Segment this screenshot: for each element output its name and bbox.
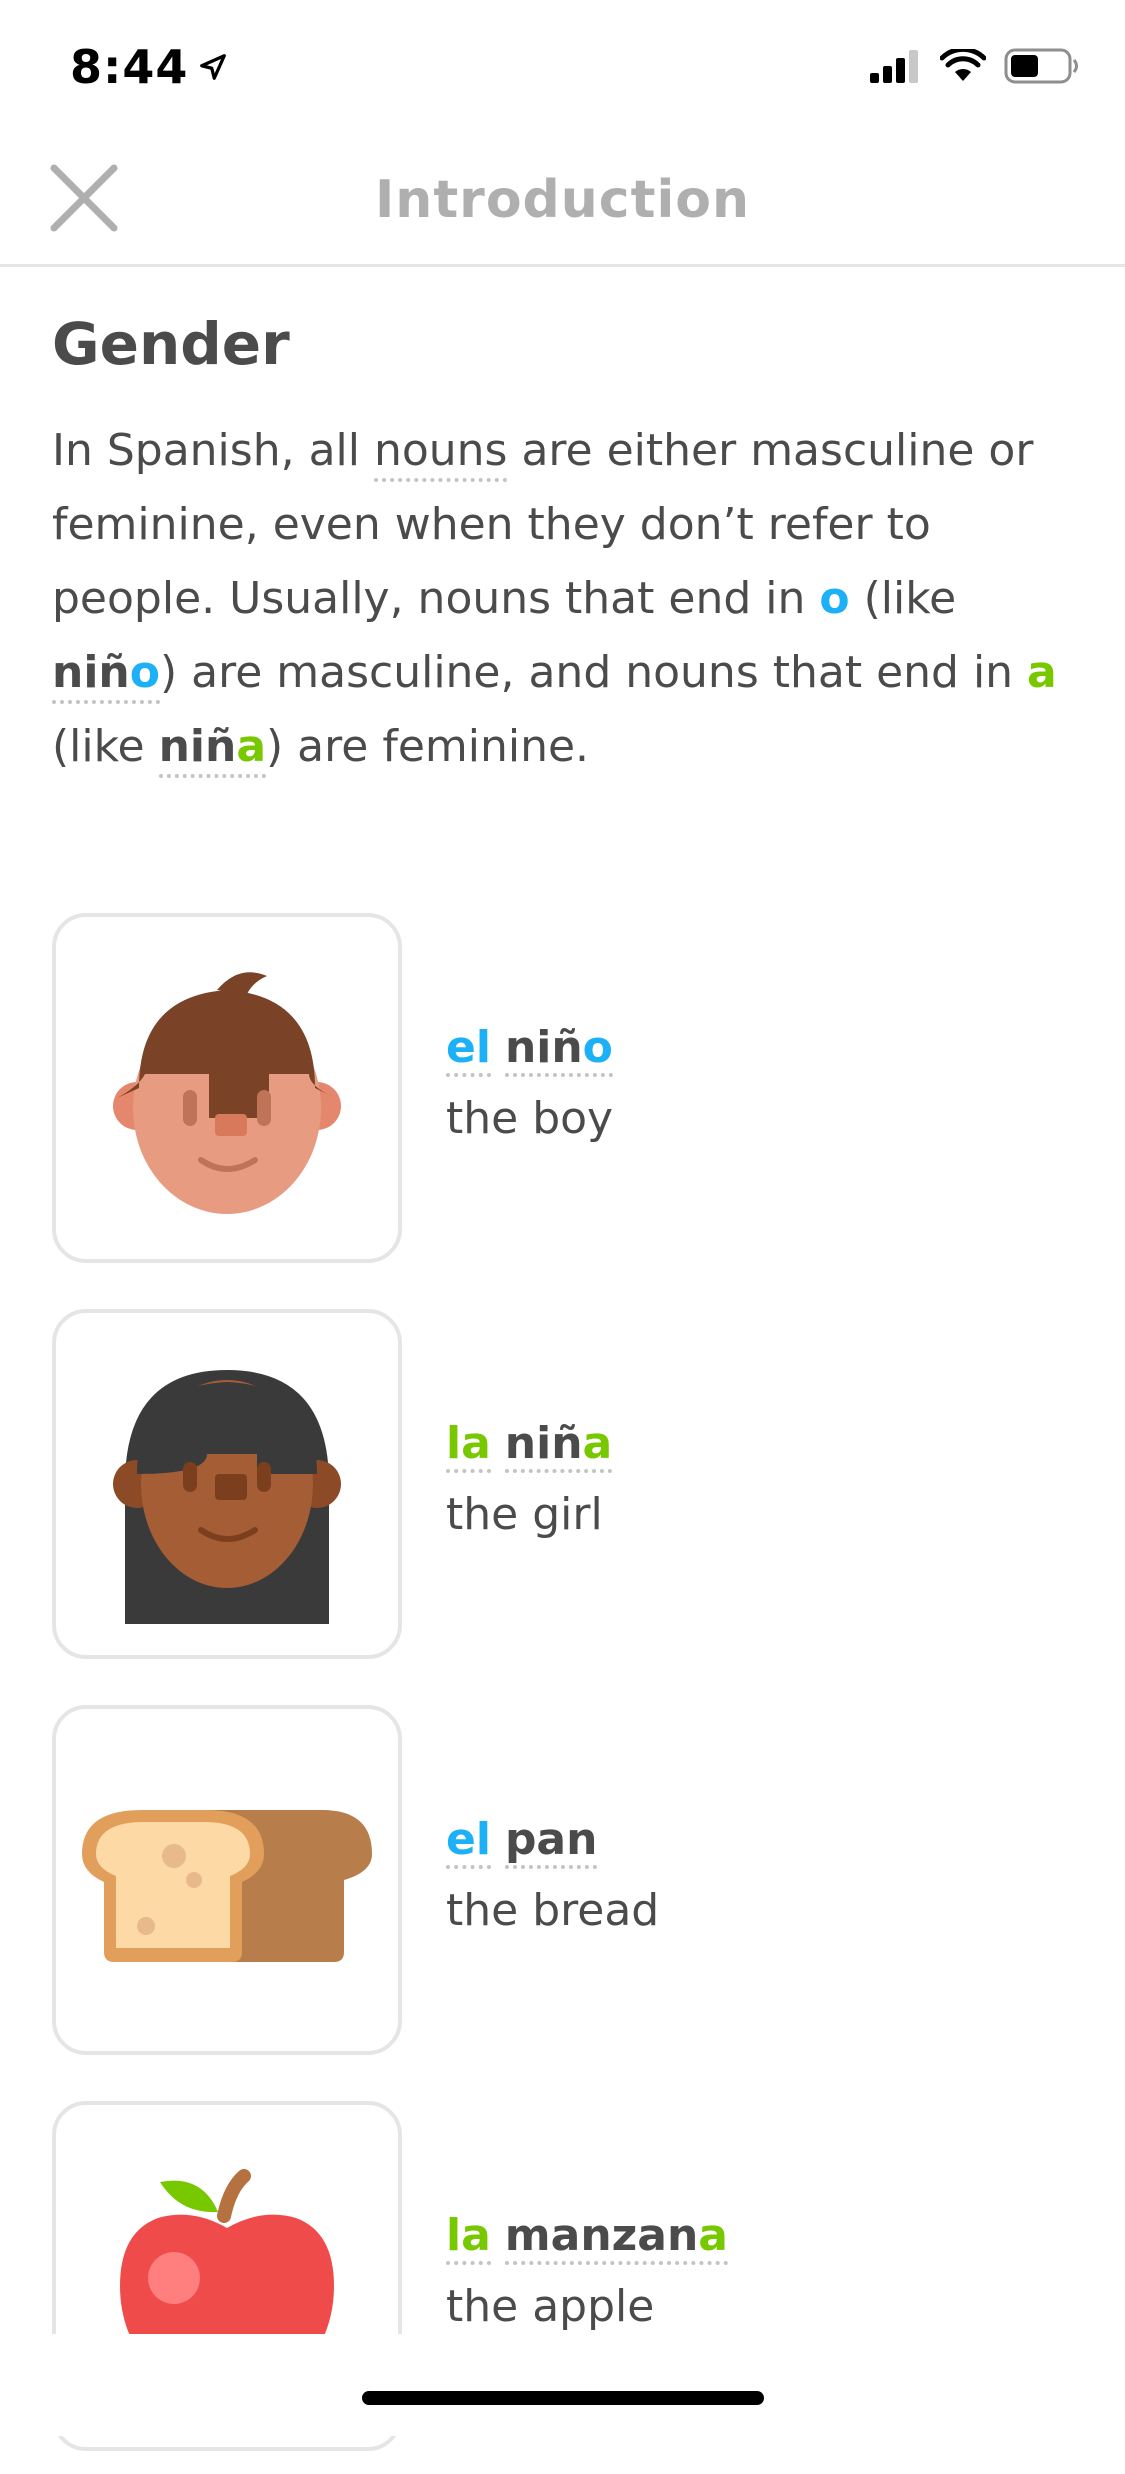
masculine-ending: o xyxy=(819,573,850,624)
vocab-text: el pan the bread xyxy=(446,1809,659,1951)
battery-icon xyxy=(1004,48,1078,84)
noun-ending: a xyxy=(582,1418,613,1469)
status-icons xyxy=(870,48,1080,84)
girl-face-icon xyxy=(113,1370,341,1624)
status-time-label: 8:44 xyxy=(70,40,189,94)
intro-text: (like xyxy=(52,721,159,772)
noun-stem: manzan xyxy=(504,2210,699,2261)
status-time: 8:44 xyxy=(70,40,228,94)
hint-word-nina[interactable]: niña xyxy=(158,721,267,778)
wifi-icon xyxy=(940,49,986,81)
bottom-safe-area xyxy=(0,2334,1125,2436)
vocab-translation: the bread xyxy=(446,1885,660,1936)
noun-stem: niñ xyxy=(504,1022,583,1073)
noun-hint-word[interactable]: niño xyxy=(504,1022,613,1077)
vocab-item-bread: el pan the bread xyxy=(52,1682,1082,2078)
article-hint-word[interactable]: la xyxy=(446,2210,491,2265)
intro-paragraph: In Spanish, all nouns are either masculi… xyxy=(52,414,1082,784)
vocab-item-girl: la niña the girl xyxy=(52,1286,1082,1682)
article-hint-word[interactable]: el xyxy=(446,1022,491,1077)
article-hint-word[interactable]: el xyxy=(446,1814,491,1869)
lesson-content: Gender In Spanish, all nouns are either … xyxy=(52,310,1082,784)
section-title: Gender xyxy=(52,310,290,378)
vocab-translation: the boy xyxy=(446,1093,614,1144)
word-stem: niñ xyxy=(158,721,237,772)
vocab-word: la niña xyxy=(446,1413,613,1475)
vocab-item-boy: el niño the boy xyxy=(52,890,1082,1286)
vocab-word: el pan xyxy=(446,1809,659,1871)
noun-hint-word[interactable]: pan xyxy=(504,1814,598,1869)
boy-face-icon xyxy=(113,972,341,1214)
intro-text: (like xyxy=(849,573,957,624)
noun-ending: o xyxy=(582,1022,613,1073)
noun-stem: niñ xyxy=(504,1418,583,1469)
vocab-text: el niño the boy xyxy=(446,1017,613,1159)
lesson-header: Introduction xyxy=(0,140,1125,267)
status-bar: 8:44 xyxy=(0,0,1125,140)
location-arrow-icon xyxy=(200,54,227,80)
noun-ending: a xyxy=(698,2210,728,2261)
feminine-ending: a xyxy=(1027,647,1057,698)
vocab-image-card xyxy=(52,913,402,1263)
home-indicator[interactable] xyxy=(362,2391,764,2405)
vocab-word: el niño xyxy=(446,1017,613,1079)
word-ending: o xyxy=(129,647,160,698)
noun-stem: pan xyxy=(504,1814,598,1865)
noun-hint-word[interactable]: manzana xyxy=(504,2210,728,2265)
vocab-list: el niño the boy la niña the girl el pan … xyxy=(52,890,1082,2474)
hint-word-nouns[interactable]: nouns xyxy=(373,425,508,482)
intro-text: In Spanish, all xyxy=(52,425,374,476)
vocab-word: la manzana xyxy=(446,2205,728,2267)
vocab-translation: the girl xyxy=(446,1489,603,1540)
page-title: Introduction xyxy=(374,170,751,230)
vocab-text: la niña the girl xyxy=(446,1413,613,1555)
bread-icon xyxy=(82,1810,372,1962)
intro-text: ) are masculine, and nouns that end in xyxy=(159,647,1028,698)
word-stem: niñ xyxy=(52,647,130,698)
vocab-text: la manzana the apple xyxy=(446,2205,728,2347)
hint-word-nino[interactable]: niño xyxy=(52,647,160,704)
word-ending: a xyxy=(236,721,267,772)
article-hint-word[interactable]: la xyxy=(446,1418,491,1473)
noun-hint-word[interactable]: niña xyxy=(504,1418,613,1473)
intro-text: ) are feminine. xyxy=(266,721,590,772)
signal-icon xyxy=(870,50,918,83)
vocab-image-card xyxy=(52,1309,402,1659)
vocab-image-card xyxy=(52,1705,402,2055)
